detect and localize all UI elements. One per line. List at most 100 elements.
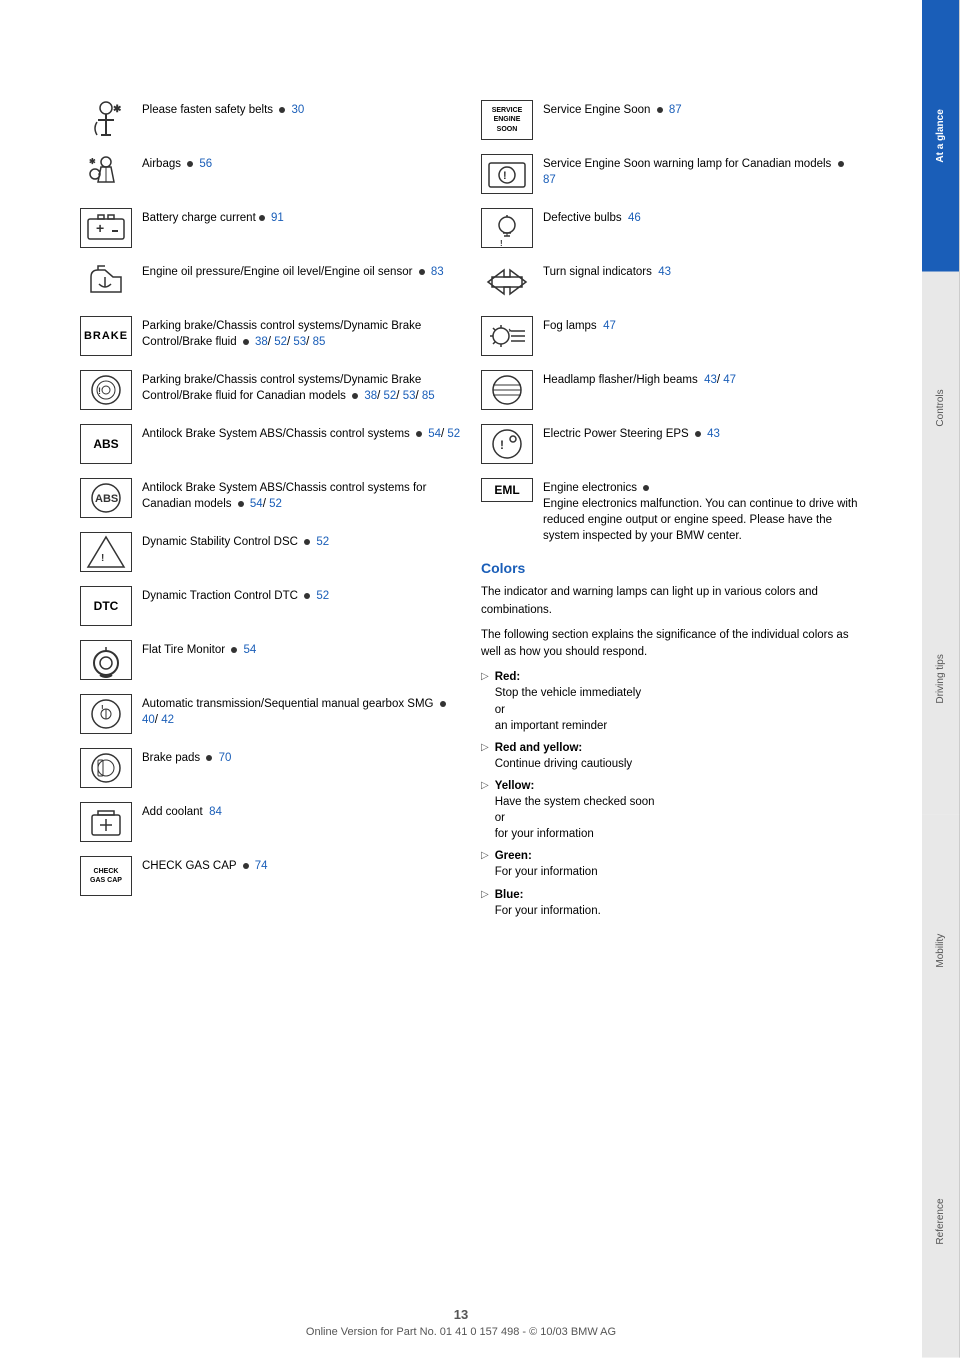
colors-list: ▷ Red:Stop the vehicle immediatelyoran i… — [481, 669, 862, 918]
list-item: ! Electric Power Steering EPS 43 — [481, 424, 862, 464]
service-engine-ca-icon: ! — [481, 154, 533, 194]
airbag-icon: ✱ — [80, 154, 132, 194]
list-item: ✱ Airbags 56 — [80, 154, 461, 194]
bullet-arrow: ▷ — [481, 849, 489, 863]
right-tabs: At a glance Controls Driving tips Mobili… — [922, 0, 960, 1358]
gas-cap-icon: CHECKGAS CAP — [80, 856, 132, 896]
dsc-text: Dynamic Stability Control DSC 52 — [142, 532, 461, 550]
list-item: DTC Dynamic Traction Control DTC 52 — [80, 586, 461, 626]
fog-lamps-link[interactable]: 47 — [603, 320, 616, 332]
brake-box-link3[interactable]: 53 — [293, 336, 306, 348]
tab-driving-tips[interactable]: Driving tips — [922, 543, 960, 815]
list-item: Add coolant 84 — [80, 802, 461, 842]
coolant-text: Add coolant 84 — [142, 802, 461, 820]
list-item: ▷ Yellow:Have the system checked soonorf… — [481, 778, 862, 842]
service-engine-ca-text: Service Engine Soon warning lamp for Can… — [543, 154, 862, 188]
tab-controls[interactable]: Controls — [922, 272, 960, 544]
svg-text:!: ! — [500, 239, 503, 247]
service-engine-link[interactable]: 87 — [669, 104, 682, 116]
abs-ca-link1[interactable]: 54 — [250, 498, 263, 510]
list-item: CHECKGAS CAP CHECK GAS CAP 74 — [80, 856, 461, 896]
list-item: EML Engine electronics Engine electronic… — [481, 478, 862, 544]
abs-box-icon: ABS — [80, 424, 132, 464]
list-item: Flat Tire Monitor 54 — [80, 640, 461, 680]
coolant-icon — [80, 802, 132, 842]
list-item: ! Parking brake/Chassis control systems/… — [80, 370, 461, 410]
brake-box-icon: BRAKE — [80, 316, 132, 356]
dsc-icon: ! — [80, 532, 132, 572]
page-container: ✱ Please fasten safety belts 30 — [0, 0, 960, 1358]
seatbelt-icon: ✱ — [80, 100, 132, 140]
turn-signal-text: Turn signal indicators 43 — [543, 262, 862, 280]
airbag-link[interactable]: 56 — [199, 158, 212, 170]
brake-ca-link2[interactable]: 52 — [384, 390, 397, 402]
seatbelt-link[interactable]: 30 — [291, 104, 304, 116]
abs-ca-link2[interactable]: 52 — [269, 498, 282, 510]
brake-pads-link[interactable]: 70 — [219, 752, 232, 764]
headlamp-link2[interactable]: 47 — [723, 374, 736, 386]
coolant-link[interactable]: 84 — [209, 806, 222, 818]
defective-bulbs-link[interactable]: 46 — [628, 212, 641, 224]
brake-ca-link3[interactable]: 53 — [403, 390, 416, 402]
two-column-layout: ✱ Please fasten safety belts 30 — [80, 100, 862, 925]
bullet-arrow: ▷ — [481, 888, 489, 902]
flat-tire-text: Flat Tire Monitor 54 — [142, 640, 461, 658]
eps-link[interactable]: 43 — [707, 428, 720, 440]
list-item: Headlamp flasher/High beams 43/ 47 — [481, 370, 862, 410]
list-item: Brake pads 70 — [80, 748, 461, 788]
brake-circle-icon: ! — [80, 370, 132, 410]
svg-text:!: ! — [503, 170, 507, 182]
engine-oil-text: Engine oil pressure/Engine oil level/Eng… — [142, 262, 461, 280]
eps-icon: ! — [481, 424, 533, 464]
abs-box-text: Antilock Brake System ABS/Chassis contro… — [142, 424, 461, 442]
brake-circle-text: Parking brake/Chassis control systems/Dy… — [142, 370, 461, 404]
brake-box-link4[interactable]: 85 — [313, 336, 326, 348]
defective-bulbs-text: Defective bulbs 46 — [543, 208, 862, 226]
fog-lamps-text: Fog lamps 47 — [543, 316, 862, 334]
colors-desc2: The following section explains the signi… — [481, 627, 862, 662]
list-item: ▷ Red and yellow:Continue driving cautio… — [481, 740, 862, 772]
tab-mobility[interactable]: Mobility — [922, 815, 960, 1087]
list-item: SERVICEENGINESOON Service Engine Soon 87 — [481, 100, 862, 140]
dtc-link[interactable]: 52 — [316, 590, 329, 602]
brake-box-link2[interactable]: 52 — [274, 336, 287, 348]
brake-pads-icon — [80, 748, 132, 788]
abs-link2[interactable]: 52 — [447, 428, 460, 440]
main-content: ✱ Please fasten safety belts 30 — [0, 0, 922, 1358]
bullet-arrow: ▷ — [481, 670, 489, 684]
headlamp-link1[interactable]: 43 — [704, 374, 717, 386]
tab-at-a-glance[interactable]: At a glance — [922, 0, 960, 272]
battery-link[interactable]: 91 — [271, 212, 284, 224]
turn-signal-icon — [481, 262, 533, 302]
list-item: ! Dynamic Stability Control DSC 52 — [80, 532, 461, 572]
svg-text:✱: ✱ — [113, 104, 122, 115]
service-engine-text: Service Engine Soon 87 — [543, 100, 862, 118]
brake-box-link1[interactable]: 38 — [255, 336, 268, 348]
page-footer: 13 Online Version for Part No. 01 41 0 1… — [0, 1307, 922, 1338]
abs-circle-text: Antilock Brake System ABS/Chassis contro… — [142, 478, 461, 512]
dtc-text: Dynamic Traction Control DTC 52 — [142, 586, 461, 604]
service-engine-icon: SERVICEENGINESOON — [481, 100, 533, 140]
list-item: ! Automatic transmission/Sequential manu… — [80, 694, 461, 734]
seatbelt-text: Please fasten safety belts 30 — [142, 100, 461, 118]
headlamp-text: Headlamp flasher/High beams 43/ 47 — [543, 370, 862, 388]
engine-oil-link[interactable]: 83 — [431, 266, 444, 278]
brake-ca-link4[interactable]: 85 — [422, 390, 435, 402]
auto-trans-link1[interactable]: 40 — [142, 714, 155, 726]
turn-signal-link[interactable]: 43 — [658, 266, 671, 278]
brake-box-text: Parking brake/Chassis control systems/Dy… — [142, 316, 461, 350]
eml-text: Engine electronics Engine electronics ma… — [543, 478, 862, 544]
abs-circle-icon: ABS — [80, 478, 132, 518]
abs-link1[interactable]: 54 — [428, 428, 441, 440]
dsc-link[interactable]: 52 — [316, 536, 329, 548]
brake-ca-link1[interactable]: 38 — [364, 390, 377, 402]
gas-cap-link[interactable]: 74 — [255, 860, 268, 872]
colors-title: Colors — [481, 560, 862, 576]
auto-trans-link2[interactable]: 42 — [161, 714, 174, 726]
flat-tire-link[interactable]: 54 — [243, 644, 256, 656]
service-engine-ca-link[interactable]: 87 — [543, 174, 556, 186]
svg-text:!: ! — [500, 438, 504, 452]
battery-text: Battery charge current 91 — [142, 208, 461, 226]
tab-reference[interactable]: Reference — [922, 1086, 960, 1358]
left-column: ✱ Please fasten safety belts 30 — [80, 100, 461, 925]
